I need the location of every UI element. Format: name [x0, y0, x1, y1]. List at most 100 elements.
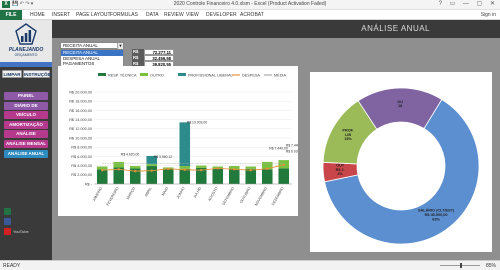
clear-button[interactable]: LIMPAR [2, 70, 22, 78]
bar-outro [179, 166, 191, 169]
youtube-label: YouTube [13, 229, 29, 234]
sidebar-item-analise-anual[interactable]: ANÁLISE ANUAL [4, 149, 48, 158]
y-tick-label: R$ 18.000,00 [69, 100, 92, 104]
brand-logo: PLANEJANDO ORÇAMENTO [0, 20, 52, 62]
line-marker [117, 168, 120, 171]
legend-label: DESPESA [242, 74, 260, 78]
title-bar: X 💾 ↶ ↷ ▾ 2020 Controle Financeiro 4.0.x… [0, 0, 500, 10]
legend-item-media: MÉDIA [264, 73, 286, 78]
sidebar-item-analise-categoria[interactable]: ANÁLISE CATEGORIA [4, 130, 48, 144]
y-tick-label: R$ 16.000,00 [69, 109, 92, 113]
line-marker [233, 168, 236, 171]
y-tick-label: R$ - [85, 182, 93, 186]
income-donut-chart: OU 18 PROF. LIB 15% OUT R$ 2. 4% SALÁRIO (CLT/ES… [310, 72, 492, 252]
legend-swatch [98, 73, 106, 76]
line-marker [101, 169, 104, 172]
tab-home[interactable]: HOME [30, 12, 45, 18]
data-label: R$ 13.003,00 [187, 120, 207, 124]
sign-in-link[interactable]: Sign in [481, 12, 496, 18]
excel-icon [4, 208, 11, 215]
report-selector[interactable]: RECEITA ANUAL ▼ [60, 42, 124, 49]
x-tick-label: MAIO [161, 186, 169, 196]
tab-developer[interactable]: DEVELOPER [206, 12, 237, 18]
sidebar-item-diario-de-despesas[interactable]: DIÁRIO DE DESPESAS [4, 101, 48, 116]
bar-resp-tecnica [261, 169, 273, 184]
report-selector-value: RECEITA ANUAL [63, 43, 98, 48]
social-links: YouTube [4, 208, 29, 238]
instructions-button[interactable]: INSTRUÇÕES [23, 70, 54, 78]
line-marker [200, 169, 203, 172]
x-tick-label: JULHO [193, 186, 202, 198]
brand-divider [0, 62, 52, 67]
facebook-link[interactable] [4, 218, 29, 225]
data-label: R$ 4.620,00 [121, 152, 140, 156]
tab-page-layout[interactable]: PAGE LAYOUT [76, 12, 111, 18]
page-title: ANÁLISE ANUAL [361, 24, 430, 33]
line-marker [167, 167, 170, 171]
legend-swatch [140, 73, 148, 76]
bar-outro [113, 161, 125, 168]
window-title: 2020 Controle Financeiro 4.0.xlsm - Exce… [173, 1, 327, 7]
line-marker [249, 169, 252, 172]
brand-mark-icon [15, 23, 37, 45]
sidebar-item-amortizacao[interactable]: AMORTIZAÇÃO [4, 120, 48, 129]
bar-resp-tecnica [146, 166, 158, 184]
kpi-summary: R$ 72.277,11 R$ 32.456,58 R$ 39.820,55 [132, 49, 192, 67]
legend-item-despesa: DESPESA [232, 74, 260, 78]
data-label: R$ 7.440,00 [286, 144, 298, 148]
legend-item-outro: OUTRO [140, 73, 164, 78]
zoom-level[interactable]: 85% [486, 263, 496, 269]
x-tick-label: AGOSTO [207, 186, 218, 201]
dashboard-area: ANÁLISE ANUAL RECEITA ANUAL ▼ RECEITA AN… [52, 20, 500, 260]
sidebar-item-analise-mensal[interactable]: ANÁLISE MENSAL [4, 140, 48, 148]
status-ready: READY [3, 263, 21, 269]
sidebar: PLANEJANDO ORÇAMENTO LIMPAR INSTRUÇÕES P… [0, 20, 54, 260]
tab-view[interactable]: VIEW [186, 12, 199, 18]
y-tick-label: R$ 8.000,00 [71, 146, 92, 150]
tab-formulas[interactable]: FORMULAS [110, 12, 138, 18]
ribbon-tabs: FILE HOME INSERT PAGE LAYOUT FORMULAS DATA RE… [0, 10, 500, 20]
zoom-slider-handle[interactable] [460, 263, 462, 268]
x-tick-label: NOVEMBRO [254, 186, 268, 206]
line-marker [134, 169, 137, 173]
excel-link[interactable] [4, 208, 29, 215]
tab-acrobat[interactable]: ACROBAT [240, 12, 264, 18]
line-marker [216, 167, 219, 170]
x-tick-label: OUTUBRO [239, 186, 252, 204]
sidebar-item-veiculo[interactable]: VEÍCULO [4, 111, 48, 120]
bar-profissional-liberal [179, 122, 191, 167]
file-tab[interactable]: FILE [0, 10, 22, 20]
window-controls[interactable]: ? ▭ — ▢ ✕ [439, 0, 498, 7]
monthly-bar-chart: RESP. TÉCNICA OUTRO PROFISSIONAL LIBERAL DE… [58, 66, 304, 216]
y-tick-label: R$ 12.000,00 [69, 127, 92, 131]
legend-item-profissional-liberal: PROFISSIONAL LIBERAL [178, 73, 233, 78]
bar-resp-tecnica [212, 168, 224, 184]
y-tick-label: R$ 4.000,00 [71, 164, 92, 168]
y-tick-label: R$ 20.000,00 [69, 90, 92, 94]
tab-data[interactable]: DATA [146, 12, 159, 18]
x-tick-label: DEZEMBRO [271, 186, 285, 206]
bar-outro [146, 164, 158, 167]
bar-outro [195, 165, 207, 168]
youtube-link[interactable]: YouTube [4, 228, 29, 235]
bar-resp-tecnica [96, 169, 108, 184]
x-tick-label: ABRIL [144, 187, 153, 198]
tab-review[interactable]: REVIEW [164, 12, 184, 18]
legend-label: RESP. TÉCNICA [108, 73, 137, 78]
status-bar: READY 85% [0, 260, 500, 270]
line-marker [183, 168, 186, 171]
bar-resp-tecnica [179, 168, 191, 184]
legend-label: PROFISSIONAL LIBERAL [188, 74, 233, 78]
y-tick-label: R$ 6.000,00 [71, 155, 92, 159]
bar-outro [245, 166, 257, 169]
bar-resp-tecnica [162, 168, 174, 184]
sidebar-item-painel[interactable]: PAINEL [4, 92, 48, 100]
donut-chart-svg: OU 18PROF. LIB 15%OUT R$ 2. 4%SALÁRIO (CLT/ES… [322, 87, 480, 245]
bar-chart-svg: RESP. TÉCNICA OUTRO PROFISSIONAL LIBERAL DE… [69, 73, 304, 207]
bar-resp-tecnica [278, 168, 290, 184]
legend-label: MÉDIA [274, 73, 286, 78]
x-tick-label: JUNHO [176, 186, 186, 199]
y-tick-label: R$ 10.000,00 [69, 136, 92, 140]
tab-insert[interactable]: INSERT [52, 12, 70, 18]
data-label: R$ 6.026,00 [286, 149, 298, 153]
